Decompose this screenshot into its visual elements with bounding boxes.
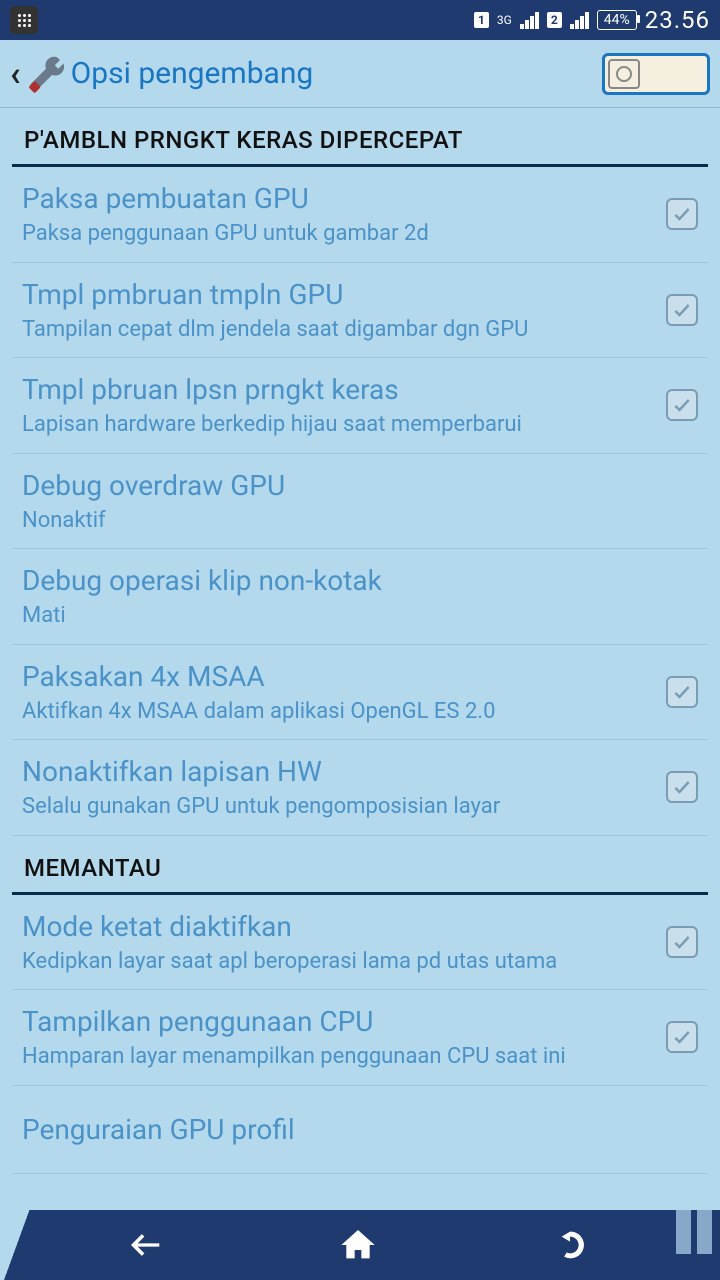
nav-decoration (0, 1210, 40, 1280)
nav-home-button[interactable] (252, 1210, 464, 1280)
bbm-notification-icon (10, 6, 38, 34)
row-subtitle: Hamparan layar menampilkan penggunaan CP… (22, 1043, 656, 1071)
toggle-knob-icon (608, 59, 640, 89)
page-title: Opsi pengembang (71, 56, 602, 91)
settings-row[interactable]: Tampilkan penggunaan CPU Hamparan layar m… (12, 990, 708, 1086)
row-subtitle: Kedipkan layar saat apl beroperasi lama … (22, 948, 656, 976)
nav-back-button[interactable] (40, 1210, 252, 1280)
checkbox[interactable] (666, 771, 698, 803)
section-header: MEMANTAU (12, 836, 708, 895)
row-subtitle: Nonaktif (22, 507, 688, 535)
settings-row[interactable]: Nonaktifkan lapisan HW Selalu gunakan GPU… (12, 740, 708, 836)
app-bar: ‹ Opsi pengembang (0, 40, 720, 108)
settings-row[interactable]: Tmpl pmbruan tmpln GPU Tampilan cepat dlm… (12, 263, 708, 359)
nav-menu-button[interactable] (676, 1210, 712, 1254)
row-title: Penguraian GPU profil (22, 1112, 688, 1147)
settings-row[interactable]: Penguraian GPU profil (12, 1086, 708, 1174)
signal-icon-1 (520, 11, 539, 29)
row-title: Paksakan 4x MSAA (22, 659, 656, 694)
row-title: Debug overdraw GPU (22, 468, 688, 503)
settings-row[interactable]: Paksakan 4x MSAA Aktifkan 4x MSAA dalam a… (12, 645, 708, 741)
checkbox[interactable] (666, 1021, 698, 1053)
row-subtitle: Selalu gunakan GPU untuk pengomposisian … (22, 793, 656, 821)
row-title: Mode ketat diaktifkan (22, 909, 656, 944)
clock: 23.56 (645, 6, 710, 34)
row-title: Tmpl pbruan lpsn prngkt keras (22, 372, 656, 407)
back-icon[interactable]: ‹ (10, 54, 21, 94)
checkbox[interactable] (666, 926, 698, 958)
developer-tools-icon[interactable] (25, 53, 67, 95)
settings-row[interactable]: Debug operasi klip non-kotak Mati (12, 549, 708, 645)
master-toggle[interactable] (602, 53, 710, 95)
row-title: Debug operasi klip non-kotak (22, 563, 688, 598)
row-title: Tmpl pmbruan tmpln GPU (22, 277, 656, 312)
row-subtitle: Paksa penggunaan GPU untuk gambar 2d (22, 220, 656, 248)
sim2-indicator: 2 (547, 12, 562, 28)
settings-row[interactable]: Mode ketat diaktifkan Kedipkan layar saat… (12, 895, 708, 991)
checkbox[interactable] (666, 676, 698, 708)
navigation-bar (0, 1210, 720, 1280)
settings-row[interactable]: Tmpl pbruan lpsn prngkt keras Lapisan har… (12, 358, 708, 454)
checkbox[interactable] (666, 198, 698, 230)
settings-row[interactable]: Debug overdraw GPU Nonaktif (12, 454, 708, 550)
nav-recent-button[interactable] (464, 1210, 676, 1280)
settings-list[interactable]: P'AMBLN PRNGKT KERAS DIPERCEPATPaksa pem… (0, 108, 720, 1210)
status-bar: 1 3G 2 44% 23.56 (0, 0, 720, 40)
settings-row[interactable]: Paksa pembuatan GPU Paksa penggunaan GPU … (12, 167, 708, 263)
row-subtitle: Aktifkan 4x MSAA dalam aplikasi OpenGL E… (22, 698, 656, 726)
battery-indicator: 44% (597, 10, 637, 30)
signal-icon-2 (570, 11, 589, 29)
row-subtitle: Tampilan cepat dlm jendela saat digambar… (22, 316, 656, 344)
section-header: P'AMBLN PRNGKT KERAS DIPERCEPAT (12, 108, 708, 167)
row-subtitle: Mati (22, 602, 688, 630)
sim1-indicator: 1 (474, 12, 489, 28)
row-title: Paksa pembuatan GPU (22, 181, 656, 216)
row-subtitle: Lapisan hardware berkedip hijau saat mem… (22, 411, 656, 439)
checkbox[interactable] (666, 294, 698, 326)
network-3g-label: 3G (497, 13, 512, 27)
row-title: Nonaktifkan lapisan HW (22, 754, 656, 789)
checkbox[interactable] (666, 389, 698, 421)
row-title: Tampilkan penggunaan CPU (22, 1004, 656, 1039)
